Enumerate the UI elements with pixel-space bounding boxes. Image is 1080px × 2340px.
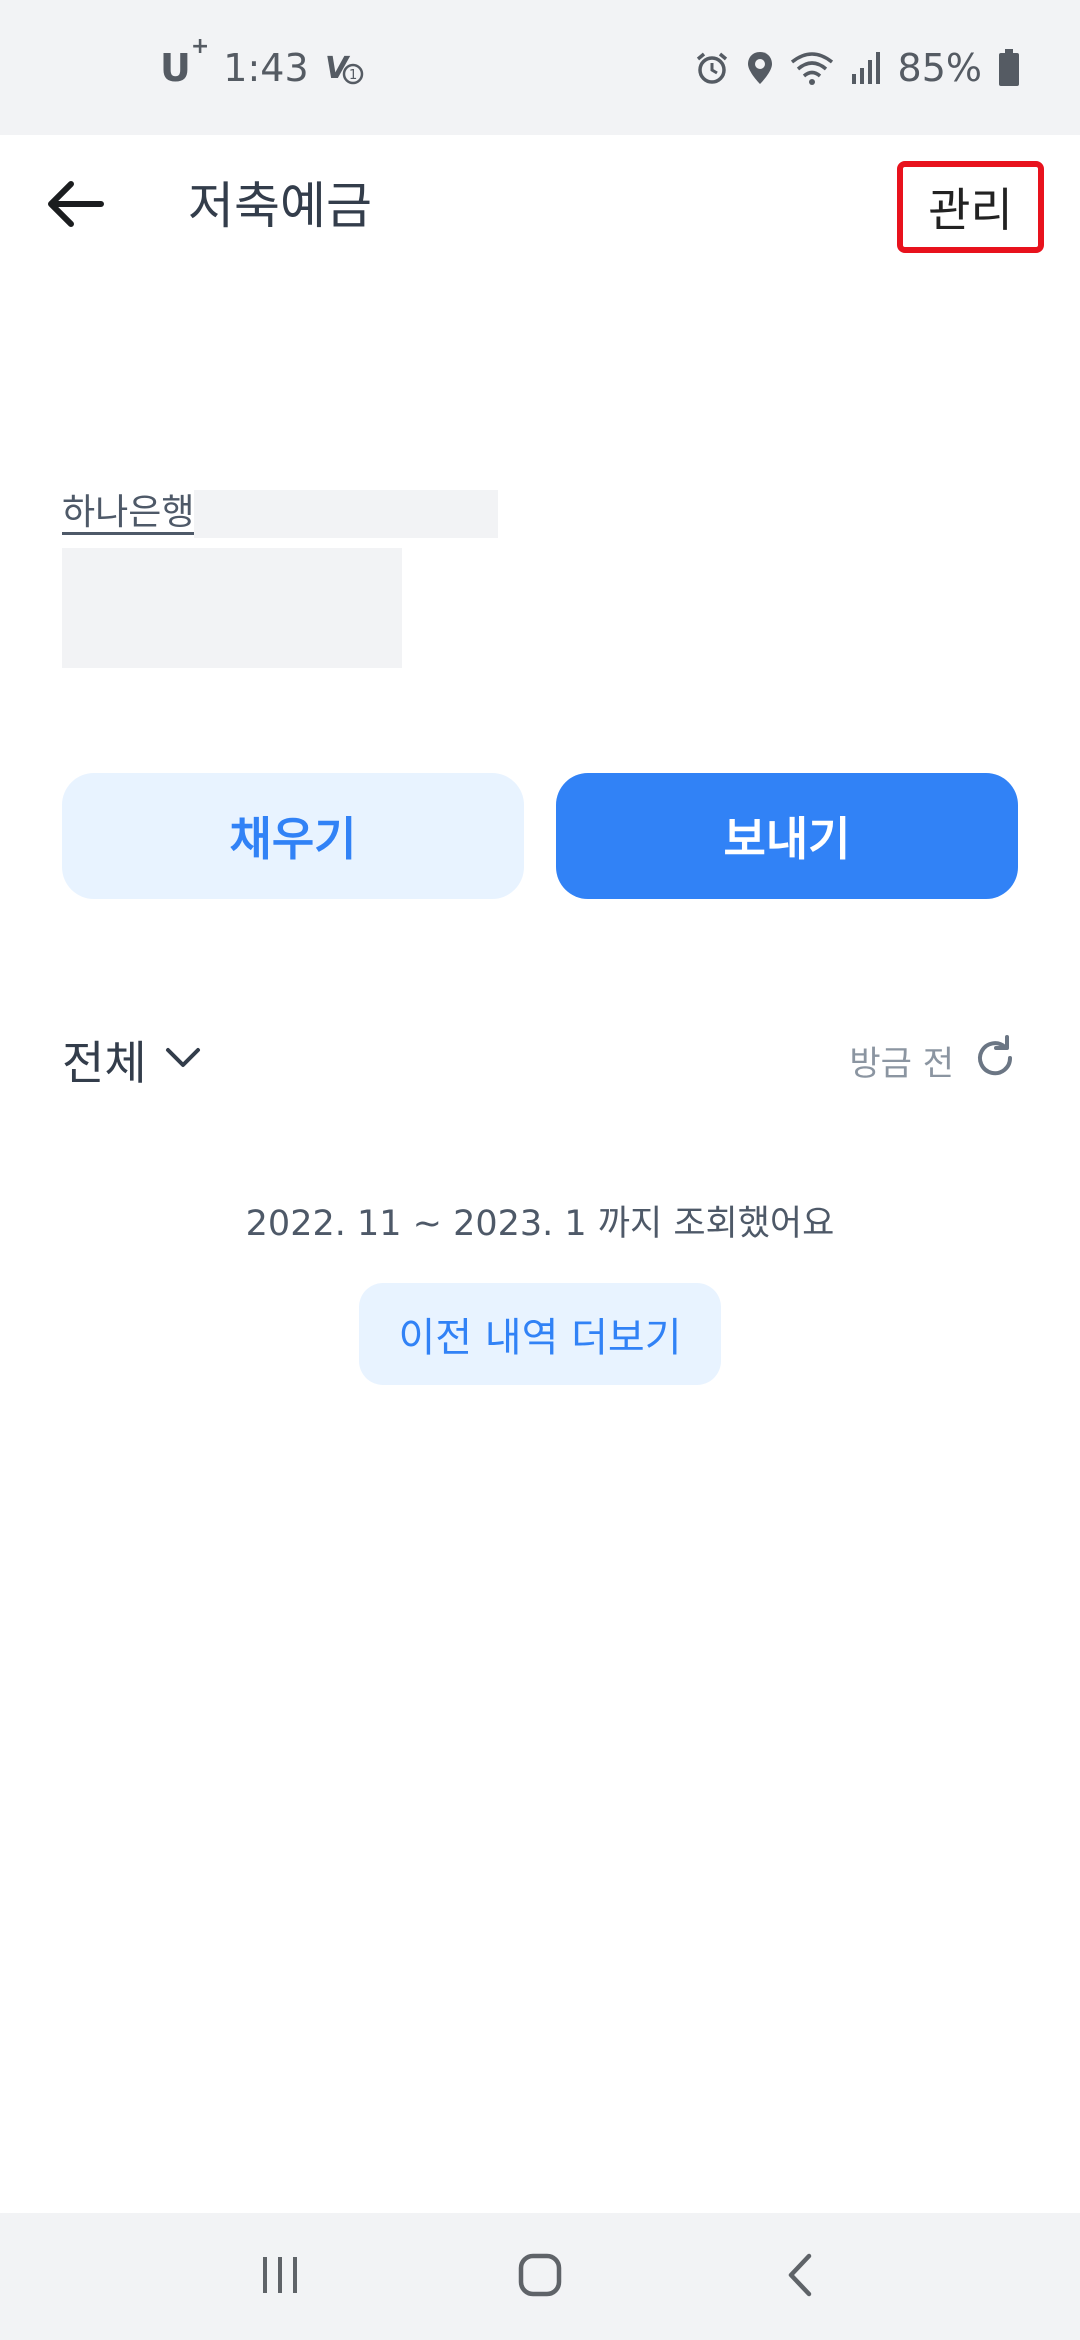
masked-balance (62, 548, 402, 668)
recent-apps-button[interactable] (235, 2232, 325, 2322)
status-bar: U+ 1:43 V 1 85% (0, 0, 1080, 135)
back-button[interactable] (40, 171, 110, 241)
svg-text:1: 1 (349, 68, 357, 83)
chevron-down-icon (165, 1046, 201, 1074)
bank-name-link[interactable]: 하나은행 (62, 490, 194, 536)
battery-percent: 85% (897, 45, 982, 90)
fill-button[interactable]: 채우기 (62, 773, 524, 899)
page-title: 저축예금 (188, 177, 372, 235)
arrow-left-icon (45, 179, 105, 233)
battery-icon (998, 48, 1020, 87)
carrier: U+ (160, 34, 209, 90)
location-icon (746, 50, 774, 86)
page: U+ 1:43 V 1 85% 저축예금 관리 하나은행 채우기 보내기 전체 … (0, 0, 1080, 2340)
send-button[interactable]: 보내기 (556, 773, 1018, 899)
home-icon (517, 2252, 563, 2302)
recent-apps-icon (258, 2253, 302, 2301)
refresh-button[interactable]: 방금 전 (849, 1030, 1018, 1090)
alarm-icon (694, 50, 730, 86)
carrier-plus: + (190, 33, 210, 59)
refresh-label: 방금 전 (849, 1043, 954, 1084)
filter-dropdown[interactable]: 전체 (62, 1030, 201, 1090)
app-header: 저축예금 관리 (0, 135, 1080, 275)
home-button[interactable] (495, 2232, 585, 2322)
chevron-left-icon (785, 2252, 815, 2302)
signal-icon (850, 50, 882, 86)
system-back-button[interactable] (755, 2232, 845, 2322)
volte-icon: V 1 (323, 48, 367, 88)
status-time: 1:43 (223, 45, 309, 90)
more-history-button[interactable]: 이전 내역 더보기 (359, 1283, 721, 1385)
status-left: U+ 1:43 V 1 (160, 34, 367, 90)
status-right: 85% (694, 46, 1020, 90)
refresh-icon (972, 1035, 1018, 1085)
history-range-text: 2022. 11 ~ 2023. 1 까지 조회했어요 (245, 1204, 835, 1244)
wifi-icon (790, 50, 834, 86)
manage-button[interactable]: 관리 (897, 161, 1044, 253)
filter-label: 전체 (62, 1036, 147, 1090)
nav-bar (0, 2213, 1080, 2340)
carrier-name: U (160, 45, 191, 90)
masked-account-number (194, 490, 498, 538)
